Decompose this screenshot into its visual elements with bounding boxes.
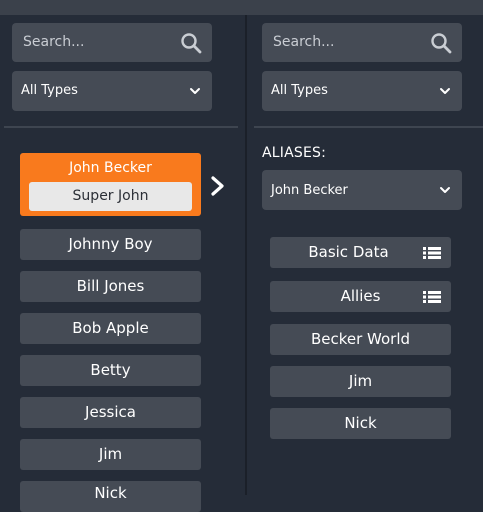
list-icon[interactable] (423, 291, 441, 303)
chevron-down-icon (190, 88, 200, 94)
character-list-item[interactable]: Betty (20, 355, 201, 386)
alias-data-item[interactable]: Allies (270, 281, 451, 312)
aliases-heading: ALIASES: (262, 145, 327, 161)
character-list-item-label: Bob Apple (72, 319, 149, 337)
alias-data-item-label: Nick (344, 414, 377, 432)
left-search-field[interactable]: Search... (12, 23, 212, 62)
left-separator (4, 126, 238, 128)
left-search-placeholder: Search... (23, 34, 85, 50)
character-list-item-label: Bill Jones (76, 277, 145, 295)
top-bar (0, 0, 483, 15)
character-list-item[interactable]: Bill Jones (20, 271, 201, 302)
character-list-item-label: Betty (90, 361, 131, 379)
selected-character-alias[interactable]: Super John (29, 182, 192, 211)
character-list-item-label: Johnny Boy (68, 235, 153, 253)
alias-select[interactable]: John Becker (262, 170, 462, 210)
alias-data-item[interactable]: Basic Data (270, 237, 451, 268)
alias-data-item-label: Allies (340, 287, 381, 305)
right-type-select[interactable]: All Types (262, 71, 462, 111)
character-list-item[interactable]: Bob Apple (20, 313, 201, 344)
alias-select-value: John Becker (271, 183, 348, 198)
left-type-select[interactable]: All Types (12, 71, 212, 111)
selected-character-name: John Becker (69, 160, 152, 176)
character-list-item-label: Jessica (85, 403, 136, 421)
panel-divider (245, 15, 247, 495)
list-icon[interactable] (423, 247, 441, 259)
search-icon[interactable] (180, 32, 202, 54)
alias-data-item[interactable]: Becker World (270, 324, 451, 355)
alias-data-item-label: Jim (348, 372, 373, 390)
right-type-select-value: All Types (271, 83, 328, 98)
right-separator (254, 126, 483, 128)
character-list-item[interactable]: Nick (20, 481, 201, 512)
right-search-field[interactable]: Search... (262, 23, 462, 62)
alias-data-item[interactable]: Nick (270, 408, 451, 439)
chevron-down-icon (440, 88, 450, 94)
character-list-item[interactable]: Jim (20, 439, 201, 470)
left-type-select-value: All Types (21, 83, 78, 98)
character-list-item[interactable]: Johnny Boy (20, 229, 201, 260)
search-icon[interactable] (430, 32, 452, 54)
alias-data-item-label: Basic Data (308, 243, 389, 261)
alias-data-item[interactable]: Jim (270, 366, 451, 397)
chevron-down-icon (440, 187, 450, 193)
right-search-placeholder: Search... (273, 34, 335, 50)
chevron-right-icon[interactable] (208, 175, 228, 197)
character-list-item[interactable]: Jessica (20, 397, 201, 428)
character-list-item-label: Jim (98, 445, 123, 463)
selected-character-card[interactable]: John Becker Super John (20, 153, 201, 216)
alias-data-item-label: Becker World (310, 330, 411, 348)
character-list-item-label: Nick (94, 484, 127, 502)
